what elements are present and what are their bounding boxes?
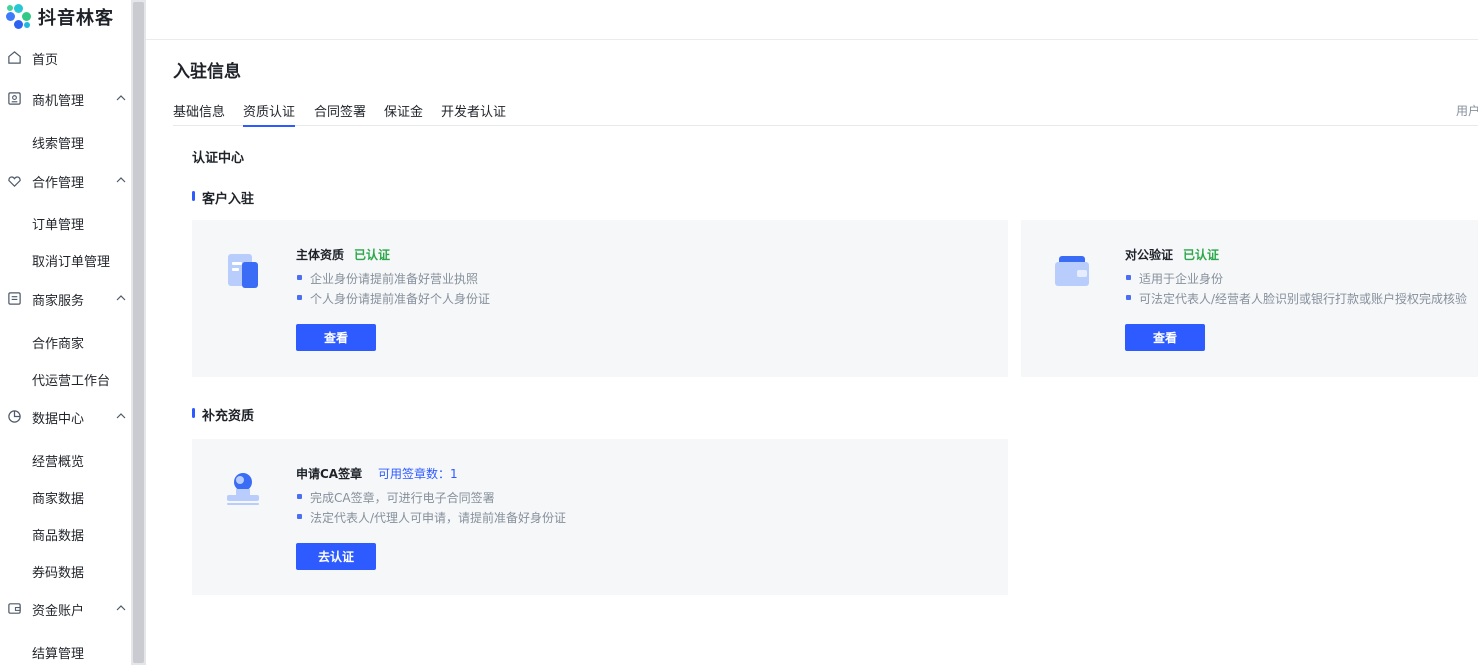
sidebar-subitem-partner-merchants[interactable]: 合作商家	[32, 333, 84, 352]
sidebar-item-label: 数据中心	[32, 411, 85, 427]
list-icon	[8, 292, 21, 305]
chevron-up-icon	[116, 95, 126, 101]
chevron-up-icon	[116, 605, 126, 611]
sidebar-item-label: 合作管理	[32, 175, 85, 191]
section-title-supplement: 补充资质	[192, 405, 254, 424]
card-bullet: 企业身份请提前准备好营业执照	[296, 270, 478, 287]
card-title: 申请CA签章	[296, 467, 363, 481]
sidebar-subitem-product-data[interactable]: 商品数据	[32, 525, 84, 544]
tab-deposit[interactable]: 保证金	[384, 101, 423, 126]
seal-count-label: 可用签章数：1	[378, 467, 458, 481]
sidebar-subitem-leads[interactable]: 线索管理	[32, 133, 84, 152]
sidebar-item-label: 首页	[32, 52, 59, 68]
tab-contract[interactable]: 合同签署	[314, 101, 366, 126]
sidebar: 抖音林客 首页 商机管理 线索管理 合作管理 订单管理 取消订单管理 商家服务 …	[0, 0, 131, 665]
sidebar-item-opportunity[interactable]: 商机管理	[0, 87, 131, 111]
sidebar-subitem-cancel-orders[interactable]: 取消订单管理	[32, 251, 110, 270]
sidebar-item-label: 商机管理	[32, 93, 85, 109]
handshake-icon	[8, 176, 21, 187]
sidebar-item-home[interactable]: 首页	[0, 46, 131, 70]
card-title: 主体资质	[296, 248, 345, 262]
sidebar-subitem-settlement[interactable]: 结算管理	[32, 643, 84, 662]
wallet-icon	[8, 603, 21, 614]
sidebar-scrollbar[interactable]	[131, 0, 146, 665]
card-entity-qualification: 主体资质 已认证 企业身份请提前准备好营业执照 个人身份请提前准备好个人身份证 …	[192, 220, 1008, 377]
logo-icon	[6, 4, 32, 30]
page-title: 入驻信息	[173, 62, 241, 82]
card-bullet: 完成CA签章，可进行电子合同签署	[296, 489, 495, 506]
view-button[interactable]: 查看	[296, 324, 376, 351]
main-content: 入驻信息 基础信息 资质认证 合同签署 保证金 开发者认证 用户 认证中心 客户…	[146, 0, 1478, 665]
sidebar-item-data-center[interactable]: 数据中心	[0, 405, 131, 429]
app-root: 抖音林客 首页 商机管理 线索管理 合作管理 订单管理 取消订单管理 商家服务 …	[0, 0, 1478, 665]
card-corporate-verification: 对公验证 已认证 适用于企业身份 可法定代表人/经营者人脸识别或银行打款或账户授…	[1021, 220, 1478, 377]
seal-stamp-icon	[227, 473, 259, 505]
top-bar	[146, 0, 1478, 40]
card-bullet: 可法定代表人/经营者人脸识别或银行打款或账户授权完成核验	[1125, 290, 1467, 307]
card-ca-seal: 申请CA签章 可用签章数：1 完成CA签章，可进行电子合同签署 法定代表人/代理…	[192, 439, 1008, 595]
go-certify-button[interactable]: 去认证	[296, 543, 376, 570]
tab-bar: 基础信息 资质认证 合同签署 保证金 开发者认证 用户	[173, 101, 1478, 127]
certification-center-title: 认证中心	[192, 151, 245, 166]
sidebar-item-funds-account[interactable]: 资金账户	[0, 597, 131, 621]
sidebar-subitem-overview[interactable]: 经营概览	[32, 451, 84, 470]
chevron-up-icon	[116, 177, 126, 183]
home-icon	[8, 51, 21, 64]
sidebar-item-label: 资金账户	[32, 603, 85, 619]
card-bullet: 适用于企业身份	[1125, 270, 1223, 287]
sidebar-subitem-merchant-data[interactable]: 商家数据	[32, 488, 84, 507]
status-badge: 已认证	[354, 248, 391, 262]
pie-chart-icon	[8, 410, 21, 423]
app-name: 抖音林客	[38, 8, 114, 29]
card-bullet: 个人身份请提前准备好个人身份证	[296, 290, 490, 307]
logo[interactable]: 抖音林客	[6, 4, 114, 30]
card-title: 对公验证	[1125, 248, 1174, 262]
view-button[interactable]: 查看	[1125, 324, 1205, 351]
tab-basic-info[interactable]: 基础信息	[173, 101, 225, 126]
sidebar-item-merchant-service[interactable]: 商家服务	[0, 287, 131, 311]
sidebar-subitem-coupon-data[interactable]: 券码数据	[32, 562, 84, 581]
chevron-up-icon	[116, 295, 126, 301]
section-title-onboarding: 客户入驻	[192, 188, 254, 207]
sidebar-item-cooperation[interactable]: 合作管理	[0, 169, 131, 193]
tab-developer[interactable]: 开发者认证	[441, 101, 506, 126]
card-bullet: 法定代表人/代理人可申请，请提前准备好身份证	[296, 509, 566, 526]
sidebar-subitem-orders[interactable]: 订单管理	[32, 214, 84, 233]
id-card-icon	[8, 92, 21, 105]
tab-bar-right-text[interactable]: 用户	[1456, 102, 1478, 119]
document-icon	[228, 254, 258, 288]
chevron-up-icon	[116, 413, 126, 419]
scrollbar-thumb[interactable]	[133, 2, 144, 663]
wallet-card-icon	[1055, 256, 1089, 286]
status-badge: 已认证	[1183, 248, 1220, 262]
tab-qualification[interactable]: 资质认证	[243, 101, 296, 127]
sidebar-subitem-operation-workbench[interactable]: 代运营工作台	[32, 370, 110, 389]
sidebar-item-label: 商家服务	[32, 293, 85, 309]
